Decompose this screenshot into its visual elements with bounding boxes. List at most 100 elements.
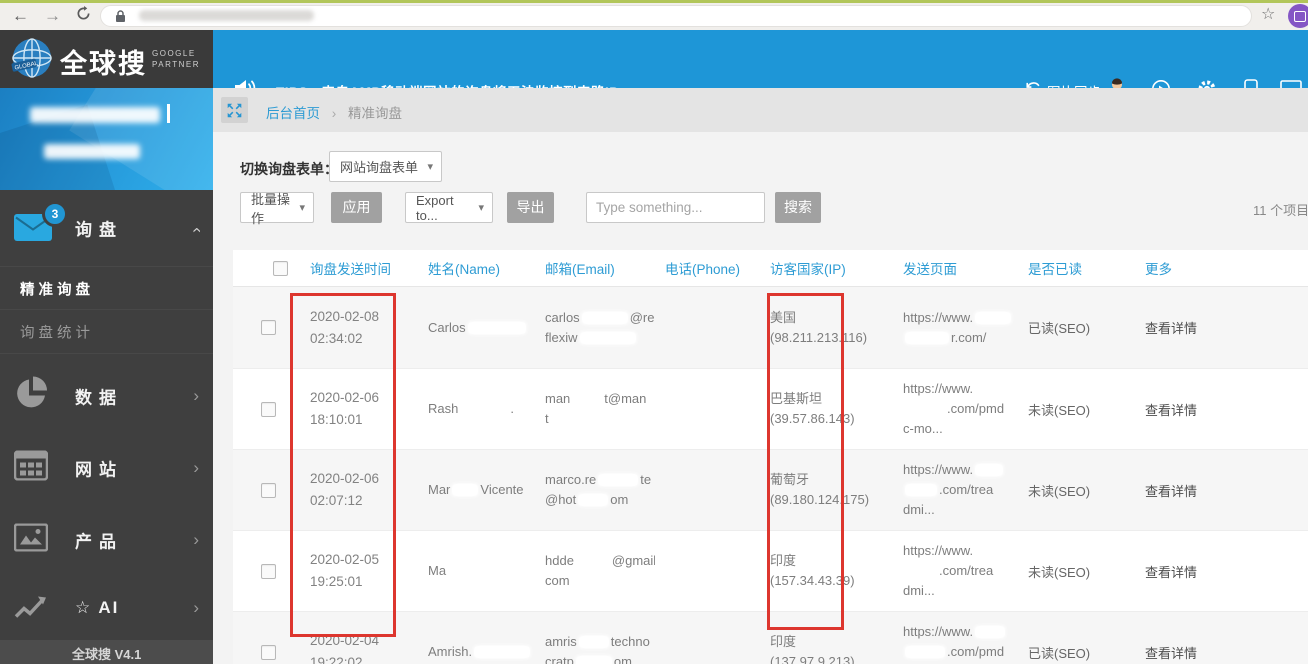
- browser-profile-avatar[interactable]: [1288, 4, 1308, 28]
- phone-cell: [655, 369, 760, 449]
- visible-text: om: [613, 654, 632, 664]
- sidebar-item-ai[interactable]: ☆ AI ›: [0, 576, 213, 640]
- sidebar-item-product[interactable]: 产品 ›: [0, 504, 213, 576]
- export-format-select-value: Export to...: [416, 192, 454, 223]
- view-details-link[interactable]: 查看详情: [1145, 643, 1197, 662]
- table-header-row: 询盘发送时间 姓名(Name) 邮箱(Email) 电话(Phone) 访客国家(IP)…: [233, 250, 1308, 287]
- read-status-cell: 未读(SEO): [1028, 402, 1091, 418]
- address-bar[interactable]: [100, 5, 1252, 27]
- visible-text: .com/pmd: [947, 644, 1005, 659]
- landing-page-cell: https://www. .com/trea dmi...: [893, 450, 1018, 530]
- text-line: cratp om: [545, 652, 647, 664]
- version-bar: 全球搜 V4.1: [0, 640, 213, 664]
- view-details-link[interactable]: 查看详情: [1145, 562, 1197, 581]
- highlight-box-date-column: [290, 293, 396, 637]
- apply-button[interactable]: 应用: [331, 192, 382, 223]
- sidebar-item-inquiry-stats[interactable]: 询盘统计: [0, 309, 213, 354]
- browser-tab-strip: [0, 0, 1308, 3]
- visible-text: dmi...: [903, 583, 935, 598]
- sidebar-item-label: ☆ AI: [75, 598, 120, 617]
- text-line: dmi...: [903, 581, 1010, 601]
- text-line: Rash.: [428, 399, 527, 419]
- select-all-checkbox[interactable]: [273, 260, 288, 276]
- redaction-blur: [975, 383, 1006, 395]
- text-line: c-mo...: [903, 419, 1010, 439]
- visible-text: Mar: [428, 482, 451, 497]
- sidebar-item-website[interactable]: 网站 ›: [0, 432, 213, 504]
- bulk-action-select[interactable]: 批量操作 ▾: [240, 192, 314, 226]
- sidebar-item-inquiry[interactable]: 3 询盘 ›: [0, 190, 213, 266]
- name-cell: Ma: [418, 531, 535, 611]
- redaction-blur: [452, 484, 479, 496]
- visible-text: cratp: [545, 654, 574, 664]
- visible-text: amris: [545, 634, 577, 649]
- text-line: https://www.: [903, 460, 1010, 480]
- name-cell: Carlos: [418, 287, 535, 368]
- dropdown-arrow-icon: ▾: [299, 202, 305, 214]
- visible-text: .com/trea: [939, 563, 994, 578]
- email-cell: marco.re te @hot om: [535, 450, 655, 530]
- text-line: https://www.: [903, 541, 1010, 561]
- chevron-right-icon: ›: [193, 386, 199, 405]
- redaction-blur: [905, 331, 949, 344]
- read-status-cell: 未读(SEO): [1028, 564, 1091, 580]
- visible-text: https://www.: [903, 624, 974, 639]
- text-line: https://www.: [903, 379, 1010, 399]
- export-format-select[interactable]: Export to... ▾: [405, 192, 493, 223]
- logo-subtitle-line1: GOOGLE: [152, 49, 196, 58]
- product-image-icon: [13, 523, 49, 557]
- visible-text: marco.re: [545, 472, 597, 487]
- text-line: .com/pmd: [903, 399, 1010, 419]
- view-details-link[interactable]: 查看详情: [1145, 481, 1197, 500]
- text-line: marco.re te: [545, 470, 651, 490]
- logo-subtitle: GOOGLE PARTNER: [152, 48, 200, 70]
- browser-toolbar: ← → ☆: [0, 0, 1308, 31]
- email-cell: carlos @re flexiw: [535, 287, 655, 368]
- browser-back-icon[interactable]: ←: [12, 4, 29, 28]
- row-checkbox[interactable]: [261, 482, 276, 498]
- search-input[interactable]: [586, 192, 765, 223]
- expand-icon[interactable]: [221, 97, 248, 123]
- redaction-blur: [975, 311, 1012, 324]
- avatar-glyph: [1294, 11, 1306, 22]
- redaction-blur: [975, 545, 1004, 557]
- row-checkbox[interactable]: [261, 563, 276, 579]
- browser-forward-icon[interactable]: →: [44, 4, 61, 28]
- visible-text: Amrish.: [428, 644, 473, 659]
- breadcrumb-home-link[interactable]: 后台首页: [266, 106, 320, 121]
- inquiry-form-select[interactable]: 网站询盘表单 ▾: [329, 151, 442, 182]
- column-header: 姓名(Name): [428, 262, 501, 277]
- logo[interactable]: GLOBAL 全球搜 GOOGLE PARTNER: [0, 30, 213, 88]
- sidebar-item-precise-inquiry[interactable]: 精准询盘: [0, 266, 213, 310]
- row-checkbox[interactable]: [261, 644, 276, 660]
- export-button[interactable]: 导出: [507, 192, 554, 223]
- sidebar-item-label: 数据: [75, 388, 123, 408]
- visible-text: flexiw: [545, 329, 578, 345]
- redaction-blur: [550, 413, 609, 425]
- landing-page-cell: https://www. .com/trea dmi...: [893, 531, 1018, 611]
- visible-text: .com/pmd: [947, 401, 1005, 416]
- row-checkbox[interactable]: [261, 320, 276, 335]
- country-name: 印度: [770, 634, 797, 649]
- account-banner: [0, 88, 213, 190]
- visible-text: @re: [629, 309, 655, 325]
- view-details-link[interactable]: 查看详情: [1145, 318, 1197, 337]
- search-button[interactable]: 搜索: [775, 192, 821, 223]
- website-grid-icon: [13, 450, 49, 486]
- app-header: GLOBAL 全球搜 GOOGLE PARTNER TIPS : 来自AMP移动…: [0, 30, 1308, 100]
- column-header: 更多: [1145, 262, 1172, 277]
- bookmark-star-icon[interactable]: ☆: [1261, 4, 1275, 24]
- email-cell: hdde @gmail. com: [535, 531, 655, 611]
- sidebar-item-data[interactable]: 数据 ›: [0, 360, 213, 432]
- visible-text: c-mo...: [903, 421, 943, 436]
- items-count: 11 个项目: [1253, 203, 1308, 218]
- view-details-link[interactable]: 查看详情: [1145, 400, 1197, 419]
- column-header: 询盘发送时间: [310, 262, 391, 277]
- row-checkbox[interactable]: [261, 401, 276, 417]
- browser-reload-icon[interactable]: [76, 6, 91, 26]
- text-line: r.com/: [903, 328, 1010, 348]
- redaction-blur: [460, 403, 509, 415]
- read-status-cell: 已读(SEO): [1028, 645, 1091, 661]
- more-cell: 查看详情: [1135, 369, 1308, 449]
- email-cell: man t@man t: [535, 369, 655, 449]
